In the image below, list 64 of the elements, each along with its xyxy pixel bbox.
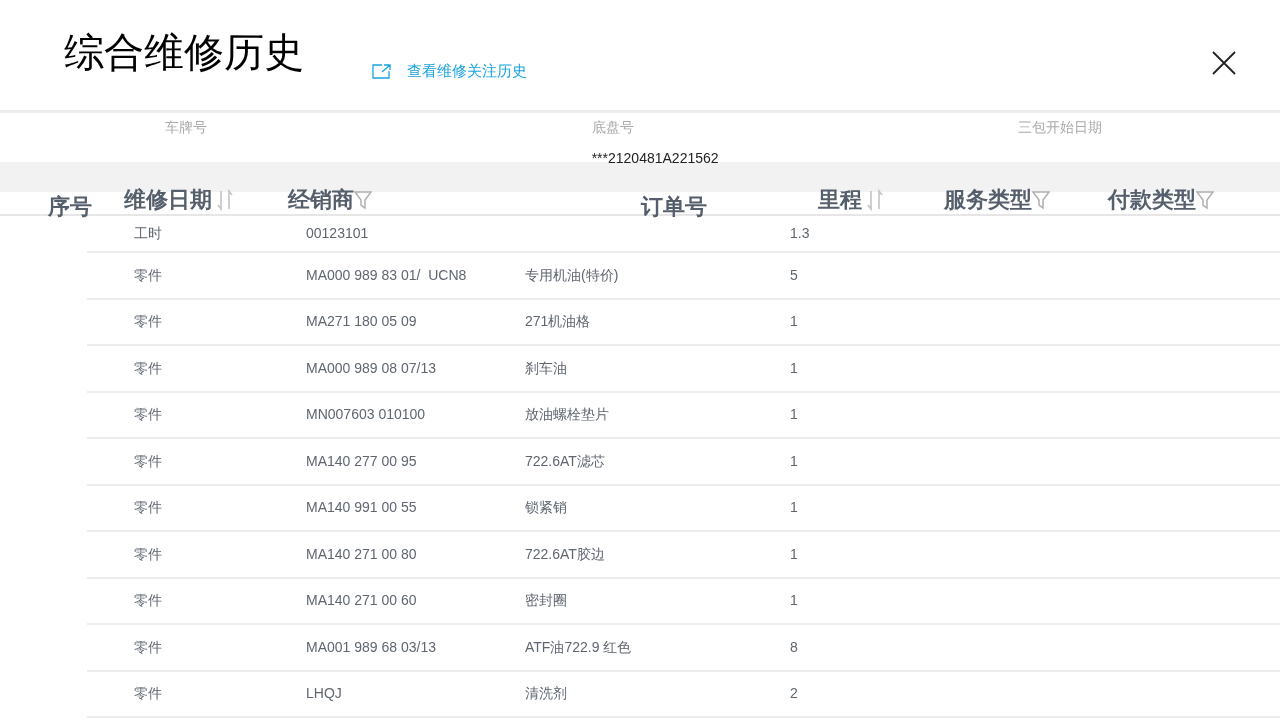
table-cell: 00123101	[306, 225, 369, 241]
field-label: 底盘号	[591, 118, 635, 137]
table-cell: 271机油格	[525, 313, 591, 330]
field-value: ***2120481A221562	[591, 149, 720, 168]
table-cell: MA140 991 00 55	[306, 499, 417, 516]
table-cell: MA140 271 00 60	[306, 592, 417, 609]
column-header: 里程	[818, 189, 862, 211]
table-cell: 722.6AT滤芯	[525, 452, 605, 469]
table-cell: LHQJ	[306, 685, 342, 702]
sort-icon[interactable]	[866, 189, 884, 211]
dialog-title: 综合维修历史	[64, 32, 304, 72]
table-cell: 零件	[134, 592, 162, 609]
table-cell: 1	[790, 406, 798, 423]
table-cell: 零件	[134, 499, 162, 516]
table-cell: 8	[790, 638, 798, 655]
table-cell: 1.3	[790, 225, 810, 241]
table-cell: MA271 180 05 09	[306, 313, 417, 330]
field-label: 车牌号	[165, 118, 208, 137]
table-cell: MN007603 010100	[306, 406, 426, 423]
table-cell: 5	[790, 266, 798, 283]
table-cell: 1	[790, 313, 798, 330]
close-icon	[1212, 51, 1236, 75]
table-cell: 零件	[134, 545, 162, 562]
column-header: 维修日期	[124, 189, 212, 211]
filter-icon[interactable]	[1032, 190, 1050, 210]
table-cell: 工时	[134, 225, 162, 241]
table-cell: 密封圈	[525, 592, 567, 609]
table-cell: 722.6AT胶边	[525, 545, 605, 562]
filter-icon[interactable]	[354, 190, 372, 210]
table-cell: 零件	[134, 685, 162, 702]
column-header: 序号	[48, 196, 92, 218]
table-cell: 2	[790, 685, 798, 702]
table-cell: 放油螺栓垫片	[525, 406, 609, 423]
table-cell: 零件	[134, 406, 162, 423]
table-cell: MA000 989 08 07/13	[306, 359, 436, 376]
filter-icon[interactable]	[1196, 190, 1214, 210]
table-cell: ATF油722.9 红色	[525, 638, 632, 655]
table-cell: 锁紧销	[525, 499, 567, 516]
table-cell: 清洗剂	[525, 685, 567, 702]
column-header: 经销商	[288, 189, 354, 211]
table-cell: 1	[790, 452, 798, 469]
table-cell: 1	[790, 499, 798, 516]
sort-icon[interactable]	[216, 189, 234, 211]
close-button[interactable]	[1212, 50, 1238, 76]
field-label: 三包开始日期	[1018, 118, 1104, 137]
attention-history-link[interactable]: 查看维修关注历史	[372, 59, 527, 83]
table-cell: 零件	[134, 313, 162, 330]
column-header: 服务类型	[944, 189, 1032, 211]
table-cell: MA140 277 00 95	[306, 452, 417, 469]
table-cell: MA140 271 00 80	[306, 545, 417, 562]
table-cell: MA000 989 83 01/ UCN8	[306, 266, 467, 283]
table-cell: 1	[790, 545, 798, 562]
table-cell: 零件	[134, 452, 162, 469]
column-header: 付款类型	[1108, 189, 1196, 211]
table-cell: 零件	[134, 359, 162, 376]
table-cell: MA001 989 68 03/13	[306, 638, 436, 655]
table-cell: 1	[790, 359, 798, 376]
external-link-icon	[372, 63, 391, 79]
table-cell: 专用机油(特价)	[525, 266, 619, 283]
table-cell: 1	[790, 592, 798, 609]
table-cell: 零件	[134, 638, 162, 655]
table-cell: 刹车油	[525, 359, 567, 376]
column-header: 订单号	[641, 196, 707, 218]
table-cell: 零件	[134, 266, 162, 283]
